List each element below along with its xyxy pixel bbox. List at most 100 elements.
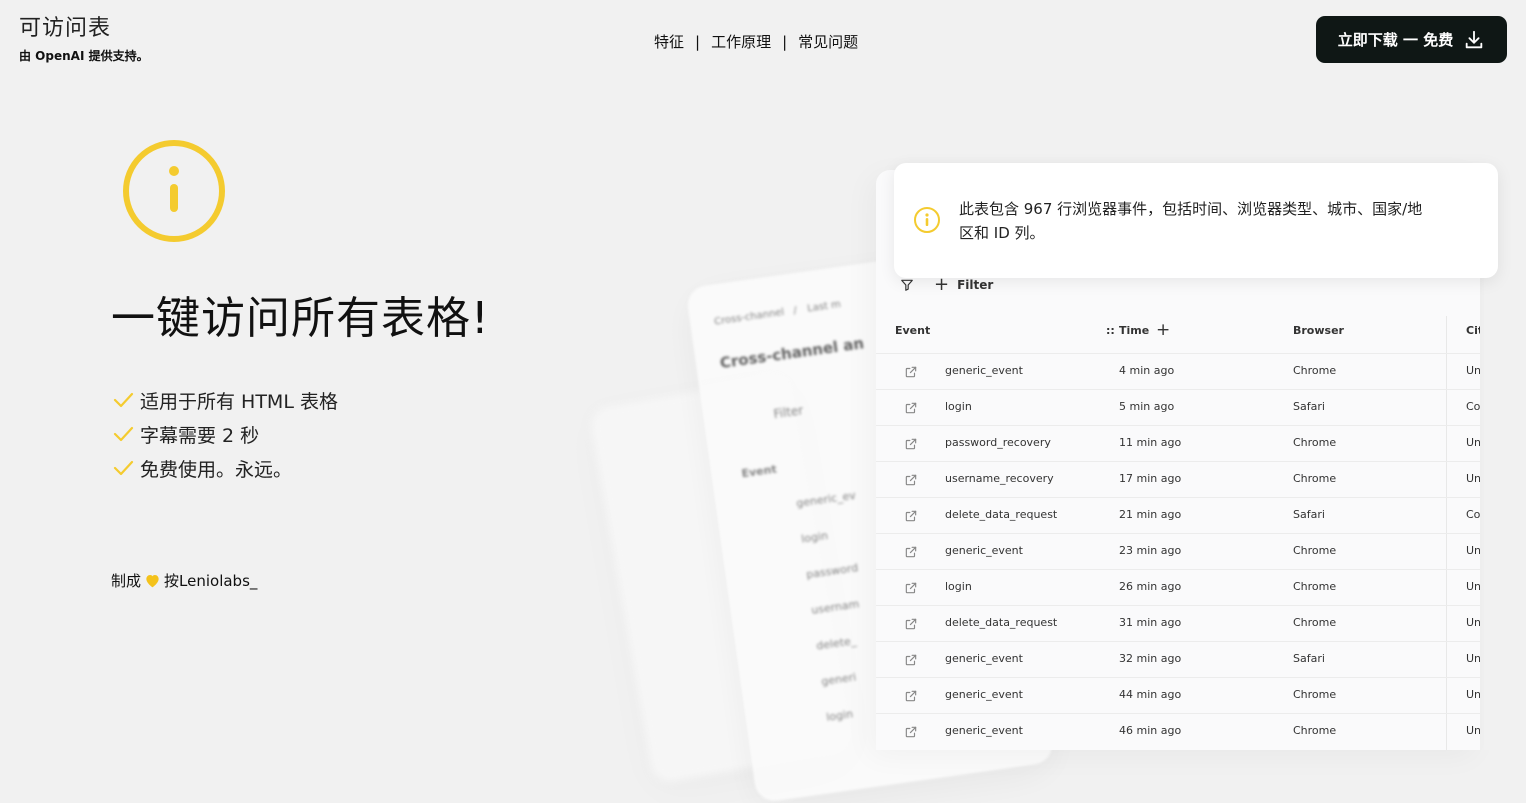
brand: 可访问表 由 OpenAI 提供支持。 [19, 14, 149, 64]
plus-icon[interactable]: + [934, 276, 949, 294]
column-header-event[interactable]: Event [895, 324, 930, 337]
cell-time: 44 min ago [1119, 688, 1182, 701]
cell-event: delete_data_request [945, 616, 1058, 629]
feature-label: 免费使用。永远。 [140, 458, 293, 481]
cell-event: password_recovery [945, 436, 1051, 449]
open-external-icon[interactable] [904, 545, 918, 562]
table-row[interactable]: generic_event 23 min ago Chrome Un [876, 533, 1480, 569]
table-row[interactable]: password_recovery 11 min ago Chrome Un [876, 425, 1480, 461]
nav-faq[interactable]: 常见问题 [798, 31, 858, 52]
table-row[interactable]: generic_event 44 min ago Chrome Un [876, 677, 1480, 713]
cell-time: 11 min ago [1119, 436, 1182, 449]
back-row: password [805, 561, 859, 582]
column-header-city[interactable]: Cit [1466, 324, 1480, 337]
filter-button[interactable]: Filter [957, 278, 993, 292]
back-event-header: Event [740, 462, 778, 481]
open-external-icon[interactable] [904, 509, 918, 526]
open-external-icon[interactable] [904, 365, 918, 382]
cell-browser: Chrome [1293, 580, 1337, 593]
feature-item: 适用于所有 HTML 表格 [112, 383, 338, 417]
feature-list: 适用于所有 HTML 表格 字幕需要 2 秒 免费使用。永远。 [112, 383, 338, 485]
column-header-browser[interactable]: Browser [1293, 324, 1344, 337]
cell-browser: Safari [1293, 652, 1325, 665]
open-external-icon[interactable] [904, 689, 918, 706]
cell-browser: Chrome [1293, 724, 1337, 737]
back-breadcrumb: Cross-channel [713, 306, 785, 328]
cell-browser: Safari [1293, 508, 1325, 521]
open-external-icon[interactable] [904, 617, 918, 634]
open-external-icon[interactable] [904, 473, 918, 490]
cell-event: login [945, 580, 972, 593]
cell-time: 17 min ago [1119, 472, 1182, 485]
cell-event: login [945, 400, 972, 413]
add-column-icon[interactable]: + [1156, 320, 1170, 340]
feature-item: 免费使用。永远。 [112, 451, 338, 485]
cell-city: Un [1466, 688, 1480, 701]
table-row[interactable]: generic_event 4 min ago Chrome Un [876, 353, 1480, 389]
back-filter: Filter [772, 403, 805, 422]
funnel-icon[interactable] [900, 278, 914, 292]
cell-city: Un [1466, 652, 1480, 665]
back-row: delete_ [815, 634, 858, 653]
table-row[interactable]: login 26 min ago Chrome Un [876, 569, 1480, 605]
check-icon [113, 460, 134, 476]
table-body: generic_event 4 min ago Chrome Un login 5 min… [876, 353, 1480, 749]
cell-time: 46 min ago [1119, 724, 1182, 737]
cell-time: 26 min ago [1119, 580, 1182, 593]
feature-item: 字幕需要 2 秒 [112, 417, 338, 451]
cell-city: Un [1466, 364, 1480, 377]
back-row: usernam [810, 597, 860, 617]
cell-event: delete_data_request [945, 508, 1058, 521]
cell-time: 21 min ago [1119, 508, 1182, 521]
made-by: 制成 按Leniolabs_ [111, 570, 257, 591]
table-row[interactable]: delete_data_request 31 min ago Chrome Un [876, 605, 1480, 641]
cell-city: Un [1466, 544, 1480, 557]
leniolabs-link[interactable]: 按Leniolabs_ [164, 570, 257, 591]
back-row: generi [820, 670, 857, 689]
back-row: generic_ev [795, 488, 857, 510]
nav-separator: | [695, 32, 701, 51]
top-nav: 特征 | 工作原理 | 常见问题 [654, 31, 858, 52]
table-summary-tooltip: 此表包含 967 行浏览器事件，包括时间、浏览器类型、城市、国家/地区和 ID … [894, 163, 1498, 278]
cell-time: 23 min ago [1119, 544, 1182, 557]
hero-title: 一键访问所有表格! [111, 293, 490, 344]
cell-time: 31 min ago [1119, 616, 1182, 629]
open-external-icon[interactable] [904, 653, 918, 670]
cell-event: generic_event [945, 364, 1023, 377]
made-prefix: 制成 [111, 572, 142, 590]
table-row[interactable]: login 5 min ago Safari Co [876, 389, 1480, 425]
open-external-icon[interactable] [904, 437, 918, 454]
drag-handle-icon[interactable]: :: [1106, 324, 1115, 337]
table-row[interactable]: delete_data_request 21 min ago Safari Co [876, 497, 1480, 533]
cell-time: 5 min ago [1119, 400, 1175, 413]
cell-browser: Safari [1293, 400, 1325, 413]
cell-event: generic_event [945, 724, 1023, 737]
nav-how-it-works[interactable]: 工作原理 [711, 31, 771, 52]
table-row[interactable]: username_recovery 17 min ago Chrome Un [876, 461, 1480, 497]
cell-city: Un [1466, 616, 1480, 629]
cell-browser: Chrome [1293, 472, 1337, 485]
download-button[interactable]: 立即下载 一 免费 [1316, 16, 1507, 63]
cell-time: 32 min ago [1119, 652, 1182, 665]
cell-city: Un [1466, 436, 1480, 449]
open-external-icon[interactable] [904, 401, 918, 418]
heart-icon [146, 575, 159, 588]
cell-browser: Chrome [1293, 688, 1337, 701]
cell-city: Un [1466, 472, 1480, 485]
table-row[interactable]: generic_event 32 min ago Safari Un [876, 641, 1480, 677]
cell-browser: Chrome [1293, 616, 1337, 629]
cell-browser: Chrome [1293, 544, 1337, 557]
table-row[interactable]: generic_event 46 min ago Chrome Un [876, 713, 1480, 749]
cell-time: 4 min ago [1119, 364, 1175, 377]
open-external-icon[interactable] [904, 725, 918, 742]
back-card-title: Cross-channel an [718, 334, 866, 373]
cell-browser: Chrome [1293, 364, 1337, 377]
feature-label: 字幕需要 2 秒 [140, 424, 260, 447]
cell-event: generic_event [945, 652, 1023, 665]
cell-city: Co [1466, 400, 1480, 413]
nav-features[interactable]: 特征 [654, 31, 684, 52]
feature-label: 适用于所有 HTML 表格 [140, 390, 338, 413]
download-icon [1465, 30, 1483, 48]
column-header-time[interactable]: Time [1119, 324, 1149, 337]
open-external-icon[interactable] [904, 581, 918, 598]
